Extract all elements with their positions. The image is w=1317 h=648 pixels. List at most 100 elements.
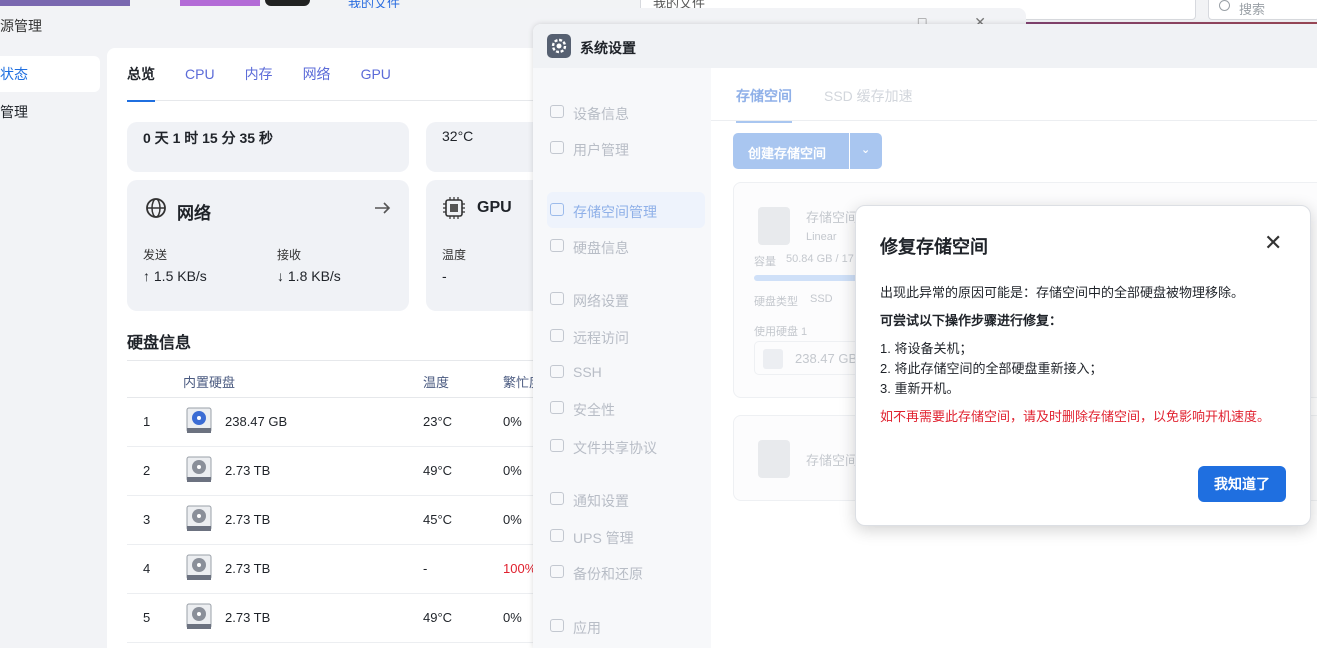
nav-label: 文件共享协议 [573,440,657,456]
nav-label: SSH [573,364,602,380]
table-row[interactable]: 5 2.73 TB 49°C 0% [127,594,547,643]
tab-storage[interactable]: 存储空间 [736,86,792,123]
used-disk-label: 使用硬盘 1 [754,326,808,338]
dialog-step-2: 2. 将此存储空间的全部硬盘重新接入； [880,361,1103,376]
disk-size: 238.47 GB [225,414,288,429]
disk-index: 3 [143,512,151,527]
nav-label: 应用 [573,620,601,636]
send-value: ↑ 1.5 KB/s [143,268,207,284]
tab-network[interactable]: 网络 [303,48,331,100]
disk-temp: 45°C [423,512,453,527]
settings-title: 系统设置 [580,40,636,56]
dialog-title: 修复存储空间 [880,237,988,257]
settings-nav-item[interactable]: SSH [547,354,705,390]
nav-icon [550,401,564,414]
recv-label: 接收 [277,248,302,262]
disk-temp: 23°C [423,414,453,429]
nav-label: 硬盘信息 [573,240,629,256]
create-storage-button[interactable]: 创建存储空间 ⌄ [733,133,882,169]
disk-index: 4 [143,561,151,576]
network-card[interactable]: 网络 发送 ↑ 1.5 KB/s 接收 ↓ 1.8 KB/s [127,180,409,311]
tab-gpu[interactable]: GPU [361,48,391,100]
storage-pool-icon [758,207,790,245]
tab-cpu[interactable]: CPU [185,48,215,100]
tab-memory[interactable]: 内存 [245,48,273,100]
settings-nav-item[interactable]: 文件共享协议 [547,428,705,464]
cpu-temp-value: 32°C [442,128,474,144]
button-divider [849,133,850,169]
used-disk-chip: 238.47 GB [754,341,864,375]
nav-label: 存储空间管理 [573,204,657,220]
settings-nav-item[interactable]: 硬盘信息 [547,228,705,264]
sidebar-item-status[interactable]: 状态 [0,56,100,92]
table-row[interactable]: 2 2.73 TB 49°C 0% [127,447,547,496]
search-placeholder: 搜索 [1239,2,1266,17]
disk-temp: 49°C [423,610,453,625]
tab-ssd-cache[interactable]: SSD 缓存加速 [824,86,913,106]
disk-icon [763,349,783,369]
pool-name: 存储空间 [806,210,859,225]
monitor-sidebar: 状态 管理 [0,56,100,132]
hard-disk-icon [186,554,212,580]
repair-storage-dialog: 修复存储空间 ✕ 出现此异常的原因可能是：存储空间中的全部硬盘被物理移除。 可尝… [855,205,1311,526]
hard-disk-icon [186,407,212,433]
nav-icon [550,329,564,342]
settings-nav-item[interactable]: 远程访问 [547,318,705,354]
dialog-step-1: 1. 将设备关机； [880,341,973,356]
close-icon[interactable]: ✕ [1264,230,1282,256]
disk-size: 2.73 TB [225,561,271,576]
table-row[interactable]: 1 238.47 GB 23°C 0% [127,398,547,447]
storage-tabs: 存储空间 SSD 缓存加速 [711,68,1317,123]
nav-label: 备份和还原 [573,566,643,582]
storage-pool-icon [758,440,790,478]
nav-label: 安全性 [573,402,615,418]
nav-label: 远程访问 [573,330,629,346]
recv-value: ↓ 1.8 KB/s [277,268,341,284]
uptime-value: 0 天 1 时 15 分 35 秒 [143,130,273,146]
nav-icon [550,365,564,378]
dialog-steps-title: 可尝试以下操作步骤进行修复： [880,313,1063,328]
window-title: 源管理 [0,18,42,34]
settings-nav: 设备信息 用户管理存储空间管理 硬盘信息网络设置远程访问 SSH 安全性文件共享协议通知… [533,68,711,648]
tab-overview[interactable]: 总览 [127,48,155,102]
used-disk-size: 238.47 GB [795,351,858,366]
settings-nav-item[interactable]: 设备信息 [547,94,705,130]
dialog-step-3: 3. 重新开机。 [880,381,960,396]
arrow-right-icon[interactable] [375,202,391,214]
ok-button[interactable]: 我知道了 [1198,466,1286,502]
hard-disk-icon [186,456,212,482]
capacity-label: 容量 [754,256,776,268]
nav-icon [550,203,564,216]
table-row[interactable]: 4 2.73 TB - 100% [127,545,547,594]
settings-nav-item[interactable]: UPS 管理 [547,518,705,554]
disk-size: 2.73 TB [225,610,271,625]
disk-rows: 1 238.47 GB 23°C 0% 2 2.73 TB 49°C 0% 3 2.73 TB 45… [127,398,547,643]
settings-nav-item[interactable]: 应用 [547,608,705,644]
settings-nav-item[interactable]: 网络设置 [547,281,705,317]
nav-label: 网络设置 [573,293,629,309]
uptime-card: 0 天 1 时 15 分 35 秒 [127,122,409,172]
settings-nav-item[interactable]: 通知设置 [547,481,705,517]
nav-icon [550,105,564,118]
settings-nav-item[interactable]: 备份和还原 [547,554,705,590]
gpu-card[interactable]: GPU 温度 - [426,180,546,311]
gpu-temp-label: 温度 [442,248,467,262]
search-input[interactable]: 搜索 [1208,0,1317,20]
nav-icon [550,141,564,154]
disk-busy: 0% [503,512,522,527]
settings-nav-item[interactable]: 安全性 [547,390,705,426]
settings-nav-item[interactable]: 用户管理 [547,130,705,166]
disk-busy: 0% [503,414,522,429]
chevron-down-icon[interactable]: ⌄ [861,143,870,156]
disk-temp: 49°C [423,463,453,478]
table-row[interactable]: 3 2.73 TB 45°C 0% [127,496,547,545]
globe-icon [146,198,166,218]
gear-icon [547,34,571,58]
disk-busy: 0% [503,463,522,478]
sidebar-item-manage[interactable]: 管理 [0,94,100,130]
nav-icon [550,565,564,578]
dialog-reason: 出现此异常的原因可能是：存储空间中的全部硬盘被物理移除。 [880,285,1245,300]
disk-type-value: SSD [810,293,833,305]
nav-icon [550,239,564,252]
settings-nav-item[interactable]: 存储空间管理 [547,192,705,228]
